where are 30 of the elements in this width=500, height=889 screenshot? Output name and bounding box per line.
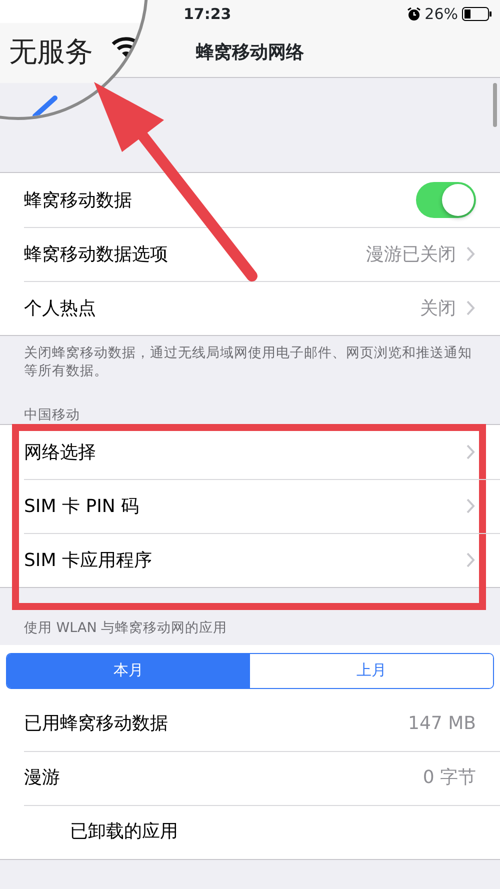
row-label[interactable]: 蜂窝移动数据 <box>24 186 132 214</box>
row-value: 关闭 <box>420 296 456 320</box>
section-header: 中国移动 <box>23 406 81 424</box>
row-label[interactable]: 蜂窝移动数据选项 <box>24 240 168 268</box>
row-label: 已卸载的应用 <box>70 820 178 844</box>
row-label[interactable]: 网络选择 <box>24 438 96 466</box>
chevron-icon <box>466 246 476 262</box>
row-label[interactable]: 个人热点 <box>24 294 96 322</box>
nav-title: 蜂窝移动网络 <box>196 41 304 65</box>
segment-tab[interactable]: 本月 <box>7 654 250 688</box>
carrier-label: 无服务 <box>9 34 93 70</box>
scroll-bar <box>493 83 497 127</box>
row-value: 0 字节 <box>422 766 476 790</box>
chevron-icon <box>466 444 476 460</box>
battery-icon <box>462 7 492 21</box>
chevron-icon <box>466 300 476 316</box>
chevron-icon <box>466 498 476 514</box>
row-value: 147 MB <box>408 712 476 736</box>
row-label: 漫游 <box>24 766 60 790</box>
section-header: 使用 WLAN 与蜂窝移动网的应用 <box>23 619 228 638</box>
status-time: 17:23 <box>183 4 232 25</box>
battery-percent: 26% <box>424 4 458 25</box>
row-label[interactable]: SIM 卡 PIN 码 <box>24 492 140 520</box>
section-footer: 关闭蜂窝移动数据，通过无线局域网使用电子邮件、网页浏览和推送通知等所有数据。 <box>0 336 500 380</box>
row-label: 已用蜂窝移动数据 <box>24 712 168 736</box>
row-value: 漫游已关闭 <box>366 242 456 266</box>
chevron-icon <box>466 552 476 568</box>
alarm-icon <box>406 7 421 21</box>
toggle-switch[interactable] <box>416 182 476 218</box>
row-label[interactable]: SIM 卡应用程序 <box>24 546 152 574</box>
